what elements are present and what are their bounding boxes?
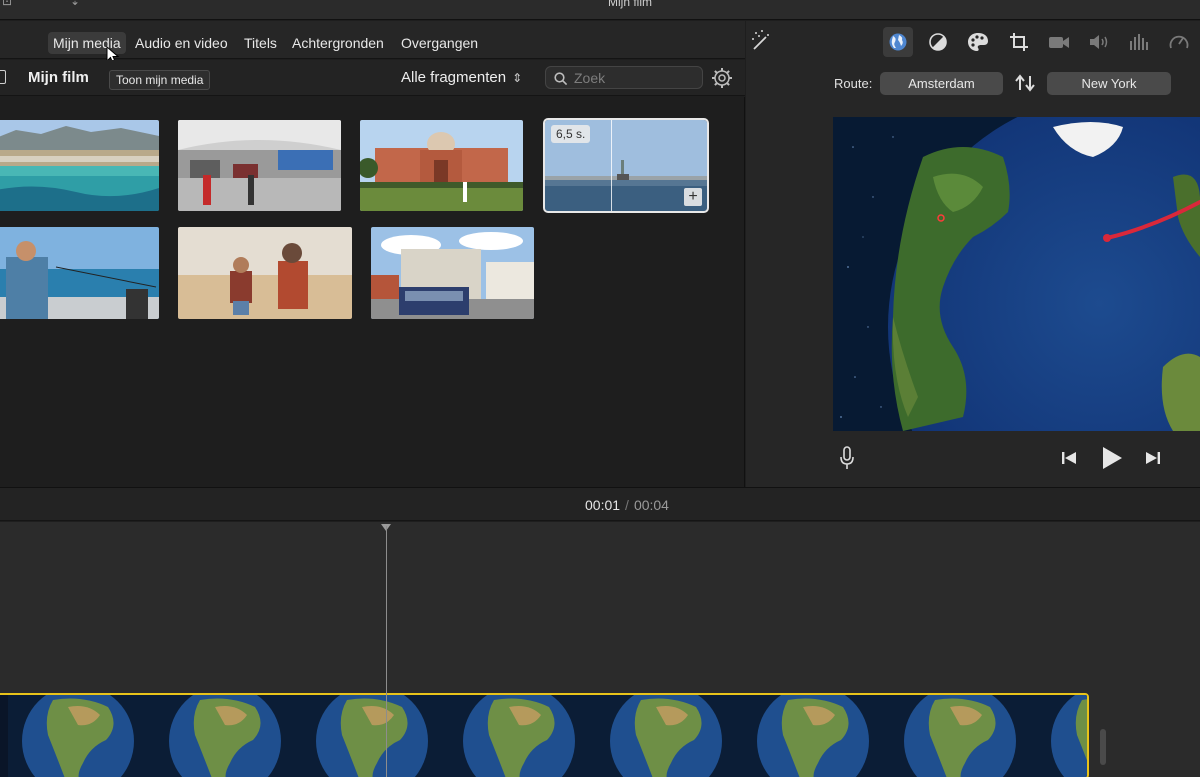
viewer	[746, 109, 1200, 487]
browser-bar: Mijn film Toon mijn media Alle fragmente…	[0, 60, 745, 96]
viewer-toolbar	[746, 21, 1200, 65]
globe-icon	[889, 33, 907, 51]
tab-overgangen[interactable]: Overgangen	[396, 32, 483, 54]
tool-stabilization[interactable]	[1044, 27, 1074, 57]
timeline-scrollbar[interactable]	[1100, 729, 1106, 765]
fragment-filter-label: Alle fragmenten	[401, 69, 507, 86]
tool-color-balance[interactable]	[923, 27, 953, 57]
viewer-controls	[746, 431, 1200, 487]
skip-forward-icon[interactable]	[1145, 450, 1161, 466]
tool-color-correction[interactable]	[963, 27, 993, 57]
clip-palace[interactable]	[360, 120, 523, 211]
tool-crop[interactable]	[1004, 27, 1034, 57]
microphone-icon[interactable]	[840, 446, 854, 470]
timeline[interactable]	[0, 522, 1200, 777]
speed-icon	[1169, 35, 1189, 49]
volume-icon	[1090, 35, 1108, 49]
globe-preview	[833, 117, 1200, 431]
equalizer-icon	[1130, 34, 1148, 50]
search-field[interactable]	[545, 66, 703, 89]
clip-liberty[interactable]: 6,5 s. +	[543, 118, 709, 213]
magic-wand-icon[interactable]	[750, 29, 772, 51]
library-icon[interactable]: ⊡	[2, 0, 12, 8]
window-titlebar: ⊡ ⇣ Mijn film	[0, 0, 1200, 20]
updown-chevron-icon: ⇕	[512, 71, 523, 85]
route-bar: Route: Amsterdam New York	[746, 65, 1200, 109]
search-icon	[554, 72, 568, 86]
tab-titels[interactable]: Titels	[239, 32, 282, 54]
media-tabs: Mijn media Audio en video Titels Achterg…	[0, 21, 745, 65]
playhead[interactable]	[386, 526, 387, 777]
current-time: 00:01	[585, 497, 621, 513]
window-title: Mijn film	[608, 0, 652, 9]
tab-audio-en-video[interactable]: Audio en video	[130, 32, 233, 54]
clip-filmstrip	[8, 695, 1087, 777]
tab-achtergronden[interactable]: Achtergronden	[287, 32, 389, 54]
clip-airport[interactable]	[178, 120, 341, 211]
media-browser: 6,5 s. +	[0, 97, 745, 487]
route-label: Route:	[834, 76, 873, 91]
play-icon[interactable]	[1101, 446, 1123, 470]
crop-icon	[1010, 33, 1028, 51]
gear-icon[interactable]	[711, 67, 733, 89]
total-time: 00:04	[633, 497, 669, 513]
timeline-clip-globe[interactable]	[0, 693, 1089, 777]
clip-tram[interactable]	[371, 227, 534, 319]
palette-icon	[968, 33, 988, 51]
timeline-header: 00:01/00:04	[0, 487, 1200, 521]
tool-globe[interactable]	[883, 27, 913, 57]
fragment-filter[interactable]: Alle fragmenten ⇕	[401, 69, 522, 86]
skimmer-line	[611, 120, 612, 211]
clip-beach[interactable]	[0, 120, 159, 211]
search-input[interactable]	[574, 69, 696, 87]
swap-route-icon[interactable]	[1014, 72, 1036, 94]
route-from-button[interactable]: Amsterdam	[880, 72, 1003, 95]
video-camera-icon	[1049, 37, 1069, 48]
sidebar-toggle-icon[interactable]	[0, 70, 6, 84]
tool-speed[interactable]	[1164, 27, 1194, 57]
add-to-timeline-button[interactable]: +	[684, 188, 702, 206]
clip-duration-badge: 6,5 s.	[551, 125, 591, 143]
tooltip: Toon mijn media	[109, 70, 211, 90]
clip-fishing[interactable]	[0, 227, 159, 319]
time-separator: /	[625, 497, 629, 513]
route-to-button[interactable]: New York	[1047, 72, 1171, 95]
skip-back-icon[interactable]	[1061, 450, 1077, 466]
timecode: 00:01/00:04	[585, 497, 669, 513]
clip-desert[interactable]	[178, 227, 352, 319]
color-balance-icon	[929, 33, 947, 51]
tool-volume[interactable]	[1084, 27, 1114, 57]
import-icon[interactable]: ⇣	[70, 0, 80, 8]
library-title: Mijn film	[28, 69, 89, 86]
tool-equalizer[interactable]	[1124, 27, 1154, 57]
